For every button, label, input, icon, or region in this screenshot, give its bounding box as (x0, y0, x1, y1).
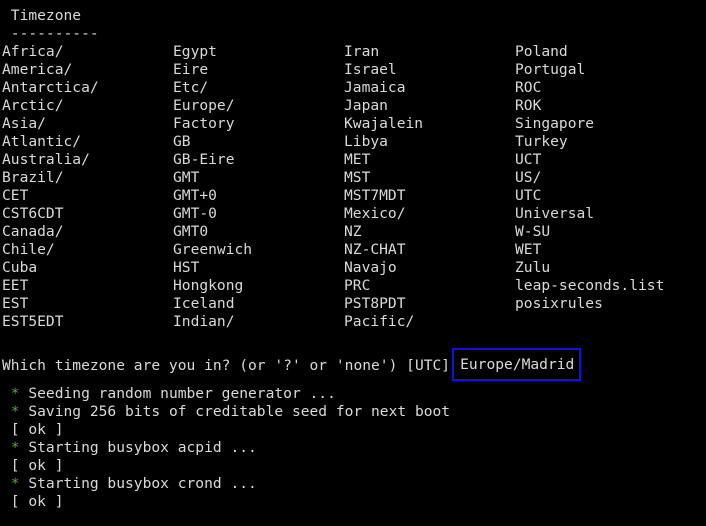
timezone-prompt-line: Which timezone are you in? (or '?' or 'n… (2, 348, 582, 381)
timezone-entry: Kwajalein (344, 115, 424, 132)
timezone-entry: Iran (344, 43, 380, 60)
timezone-list: Africa/Egypt Iran Poland America/Eire Israel… (2, 43, 692, 331)
log-text: Saving 256 bits of creditable seed for n… (28, 403, 451, 420)
boot-log-line: [ ok ] (2, 421, 64, 439)
timezone-entry: Jamaica (344, 79, 406, 96)
boot-log-line: * Saving 256 bits of creditable seed for… (2, 403, 450, 421)
timezone-entry: EST5EDT (2, 313, 64, 330)
timezone-entry: CST6CDT (2, 205, 64, 222)
timezone-entry: Atlantic/ (2, 133, 82, 150)
timezone-entry: Iceland (173, 295, 235, 312)
timezone-entry: leap-seconds.list (515, 277, 665, 294)
timezone-entry: Portugal (515, 61, 586, 78)
timezone-entry: Indian/ (173, 313, 235, 330)
timezone-entry: HST (173, 259, 200, 276)
timezone-entry: GMT-0 (173, 205, 217, 222)
timezone-heading: Timezone (2, 7, 82, 24)
timezone-entry: Zulu (515, 259, 551, 276)
boot-log-line: * Starting busybox acpid ... (2, 439, 257, 457)
status-bullet: * (2, 385, 29, 402)
status-bullet: * (2, 475, 29, 492)
timezone-entry: ROC (515, 79, 542, 96)
timezone-entry: MST (344, 169, 371, 186)
timezone-entry: Antarctica/ (2, 79, 99, 96)
timezone-entry: Mexico/ (344, 205, 406, 222)
timezone-entry: GMT0 (173, 223, 209, 240)
timezone-entry: Europe/ (173, 97, 235, 114)
status-bullet: * (2, 403, 29, 420)
timezone-entry: CET (2, 187, 29, 204)
timezone-answer-input[interactable]: Europe/Madrid (452, 348, 582, 381)
timezone-entry: GB (173, 133, 191, 150)
timezone-entry: GMT (173, 169, 200, 186)
boot-log-line: [ ok ] (2, 493, 64, 511)
timezone-entry: EET (2, 277, 29, 294)
log-text: Starting busybox acpid ... (28, 439, 257, 456)
timezone-entry: Factory (173, 115, 235, 132)
boot-log-line: * Seeding random number generator ... (2, 385, 336, 403)
timezone-entry: America/ (2, 61, 73, 78)
timezone-entry: MET (344, 151, 371, 168)
log-text: Seeding random number generator ... (28, 385, 336, 402)
timezone-entry: Chile/ (2, 241, 55, 258)
log-text: [ ok ] (2, 493, 64, 510)
timezone-entry: Singapore (515, 115, 595, 132)
heading-separator: ---------- (2, 25, 99, 42)
timezone-entry: PST8PDT (344, 295, 406, 312)
log-text: [ ok ] (2, 421, 64, 438)
timezone-entry: Greenwich (173, 241, 253, 258)
timezone-entry: Israel (344, 61, 397, 78)
timezone-entry: Pacific/ (344, 313, 415, 330)
timezone-entry: Brazil/ (2, 169, 64, 186)
timezone-entry: Arctic/ (2, 97, 64, 114)
timezone-entry: Libya (344, 133, 388, 150)
timezone-entry: WET (515, 241, 542, 258)
boot-log-line: * Starting busybox crond ... (2, 475, 257, 493)
timezone-entry: EST (2, 295, 29, 312)
timezone-entry: Egypt (173, 43, 217, 60)
timezone-entry: GB-Eire (173, 151, 235, 168)
timezone-entry: MST7MDT (344, 187, 406, 204)
timezone-entry: UCT (515, 151, 542, 168)
timezone-entry: Poland (515, 43, 568, 60)
timezone-entry: Hongkong (173, 277, 244, 294)
log-text: Starting busybox crond ... (28, 475, 257, 492)
timezone-entry: Japan (344, 97, 388, 114)
timezone-prompt: Which timezone are you in? (or '?' or 'n… (2, 357, 451, 374)
timezone-entry: posixrules (515, 295, 603, 312)
timezone-entry: Eire (173, 61, 209, 78)
timezone-entry: UTC (515, 187, 542, 204)
timezone-entry: Turkey (515, 133, 568, 150)
timezone-entry: NZ (344, 223, 362, 240)
timezone-entry: Etc/ (173, 79, 209, 96)
timezone-entry: NZ-CHAT (344, 241, 406, 258)
timezone-entry: Asia/ (2, 115, 46, 132)
boot-log-line: [ ok ] (2, 457, 64, 475)
timezone-entry: ROK (515, 97, 542, 114)
timezone-entry: Africa/ (2, 43, 64, 60)
timezone-entry: Cuba (2, 259, 38, 276)
timezone-entry: Universal (515, 205, 595, 222)
status-bullet: * (2, 439, 29, 456)
timezone-entry: Navajo (344, 259, 397, 276)
timezone-entry: GMT+0 (173, 187, 217, 204)
timezone-entry (515, 313, 686, 331)
timezone-entry: W-SU (515, 223, 551, 240)
timezone-entry: Canada/ (2, 223, 64, 240)
log-text: [ ok ] (2, 457, 64, 474)
timezone-entry: Australia/ (2, 151, 90, 168)
timezone-entry: US/ (515, 169, 542, 186)
timezone-entry: PRC (344, 277, 371, 294)
